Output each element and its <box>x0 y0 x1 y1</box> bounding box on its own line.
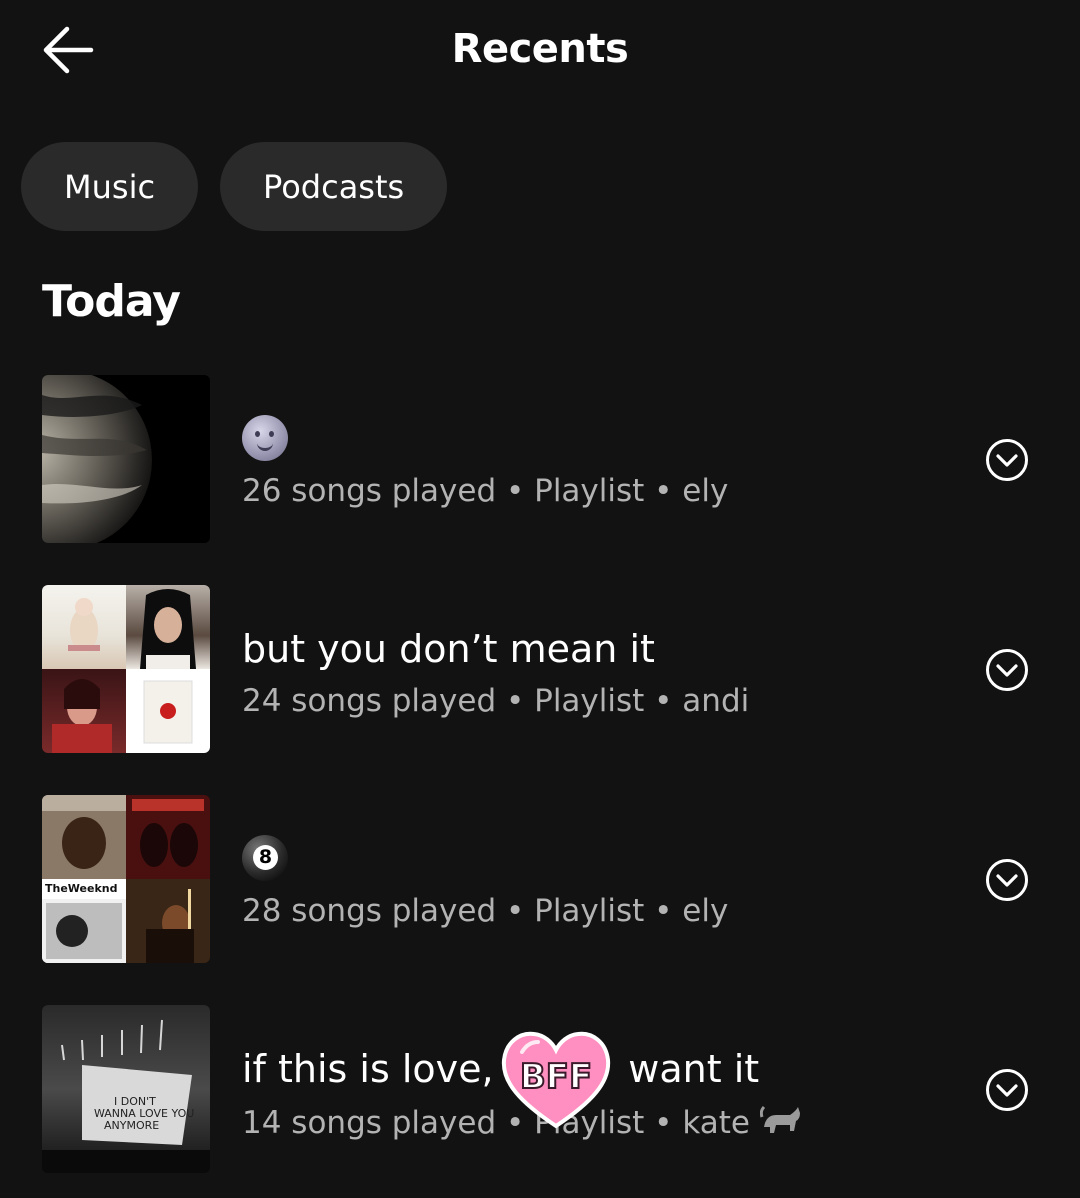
mosaic-cover <box>42 585 210 753</box>
item-subtitle: 28 songs played • Playlist • ely <box>242 893 729 929</box>
concert-cover: I DON'T WANNA LOVE YOU ANYMORE <box>42 1005 210 1173</box>
moon-face-emoji <box>242 415 288 461</box>
item-title: but you don’t mean it <box>242 627 655 671</box>
filter-chips: Music Podcasts <box>21 142 448 231</box>
page-title: Recents <box>451 26 629 72</box>
item-subtitle: 24 songs played • Playlist • andi <box>242 683 750 719</box>
section-title-today: Today <box>42 276 181 327</box>
sticker-text: BFF <box>520 1057 592 1097</box>
list-item[interactable]: but you don’t mean it 24 songs played • … <box>0 585 1080 795</box>
item-title-end: want it <box>628 1047 760 1091</box>
chevron-down-circle-icon[interactable] <box>985 438 1029 482</box>
chevron-down-circle-icon[interactable] <box>985 648 1029 692</box>
cat-emoji <box>759 1105 800 1133</box>
planet-cover <box>42 375 210 543</box>
top-bar: Recents <box>0 0 1080 105</box>
filter-chip-podcasts[interactable]: Podcasts <box>220 142 448 231</box>
svg-text:ANYMORE: ANYMORE <box>104 1119 159 1132</box>
list-item[interactable]: TheWeeknd 8 28 songs played • Playlist •… <box>0 795 1080 1005</box>
eight-ball-emoji: 8 <box>242 835 288 881</box>
chevron-down-circle-icon[interactable] <box>985 1068 1029 1112</box>
item-subtitle-start: 14 songs played • <box>242 1105 525 1141</box>
item-title-start: if this is love, i <box>242 1047 517 1091</box>
item-title <box>242 415 288 470</box>
item-title: 8 <box>242 835 288 890</box>
item-subtitle: 26 songs played • Playlist • ely <box>242 473 729 509</box>
list-item[interactable]: 26 songs played • Playlist • ely <box>0 375 1080 585</box>
svg-text:TheWeeknd: TheWeeknd <box>45 882 117 895</box>
filter-chip-music[interactable]: Music <box>21 142 199 231</box>
bff-heart-sticker: BFF <box>501 1031 611 1129</box>
chevron-down-circle-icon[interactable] <box>985 858 1029 902</box>
mosaic-cover: TheWeeknd <box>42 795 210 963</box>
recents-screen: Recents Music Podcasts Today 26 songs pl… <box>0 0 1080 1198</box>
